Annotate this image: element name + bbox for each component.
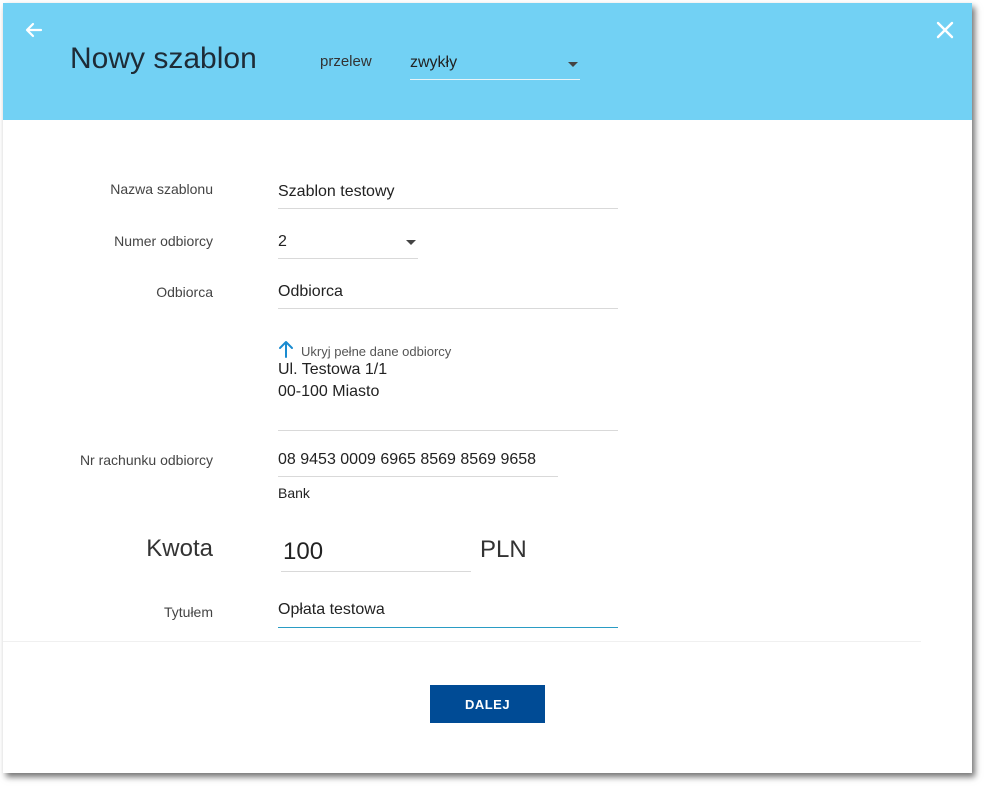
close-button[interactable] (934, 19, 956, 41)
footer-divider (3, 641, 921, 642)
amount-value: 100 (283, 538, 324, 565)
arrow-left-icon (25, 22, 43, 38)
template-name-label: Nazwa szablonu (110, 181, 213, 197)
template-name-value: Szablon testowy (278, 183, 395, 200)
amount-input[interactable]: 100 (281, 530, 471, 572)
transfer-type-label: przelew (320, 53, 372, 70)
account-number-label: Nr rachunku odbiorcy (79, 452, 213, 468)
transfer-type-value: zwykły (410, 54, 458, 71)
page-title: Nowy szablon (70, 42, 257, 75)
next-button[interactable]: DALEJ (430, 685, 545, 723)
transfer-type-select[interactable]: zwykły (410, 47, 580, 80)
recipient-input[interactable]: Odbiorca (278, 276, 618, 309)
chevron-down-icon (406, 240, 416, 245)
bank-name: Bank (278, 485, 310, 501)
transfer-title-value: Opłata testowa (278, 601, 385, 618)
recipient-number-label: Numer odbiorcy (114, 233, 213, 249)
chevron-down-icon (568, 62, 578, 67)
arrow-up-icon (279, 341, 293, 358)
template-name-input[interactable]: Szablon testowy (278, 175, 618, 209)
currency-label: PLN (480, 536, 527, 563)
account-number-value: 08 9453 0009 6965 8569 8569 9658 (278, 451, 537, 468)
recipient-label: Odbiorca (156, 284, 213, 300)
recipient-number-value: 2 (278, 233, 287, 250)
address-line-2: 00-100 Miasto (278, 383, 380, 400)
dialog-header: Nowy szablon przelew zwykły (3, 3, 972, 120)
address-field-underline (278, 415, 618, 431)
close-icon (936, 21, 954, 39)
transfer-title-input[interactable]: Opłata testowa (278, 595, 618, 628)
transfer-title-label: Tytułem (163, 604, 213, 620)
account-number-input[interactable]: 08 9453 0009 6965 8569 8569 9658 (278, 444, 558, 477)
recipient-value: Odbiorca (278, 283, 343, 300)
back-button[interactable] (23, 19, 45, 41)
template-dialog: Nowy szablon przelew zwykły Nazwa szablo… (3, 3, 972, 773)
recipient-number-select[interactable]: 2 (278, 226, 418, 259)
amount-label: Kwota (146, 535, 213, 562)
hide-recipient-details-label: Ukryj pełne dane odbiorcy (301, 344, 452, 359)
address-line-1: Ul. Testowa 1/1 (278, 361, 388, 378)
